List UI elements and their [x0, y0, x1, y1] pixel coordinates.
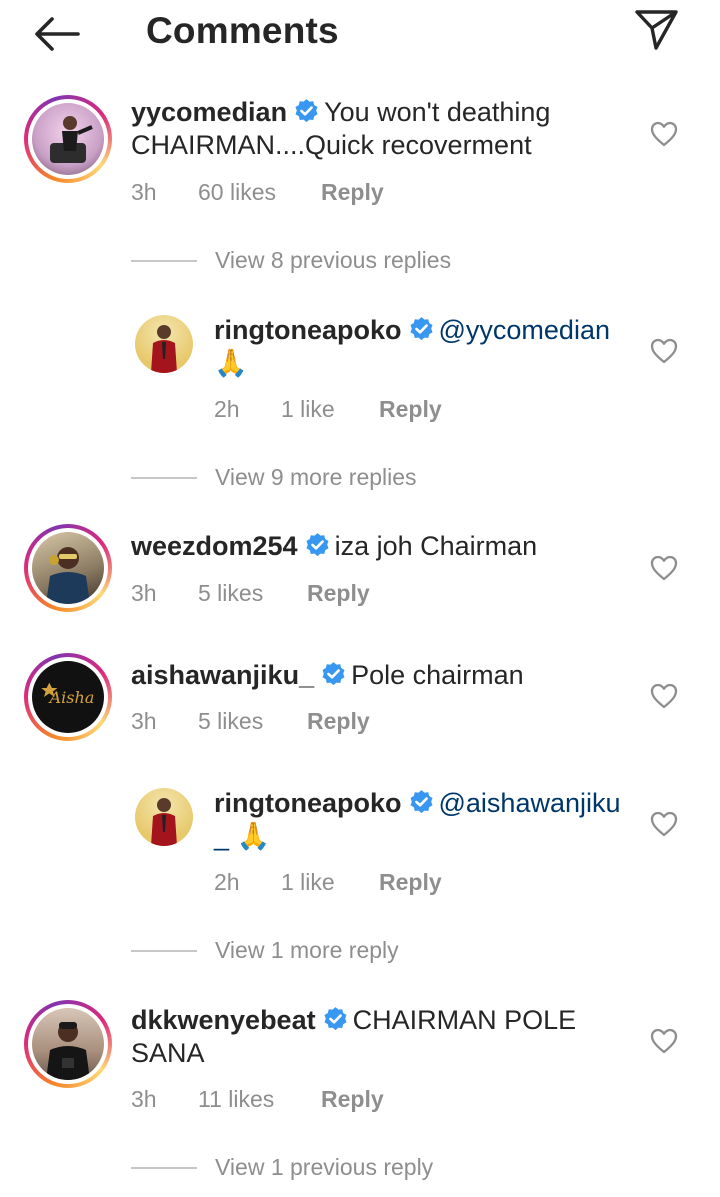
comment-time: 2h [214, 396, 240, 422]
comment-text: iza joh Chairman [334, 531, 538, 561]
view-replies-link[interactable]: View 8 previous replies [131, 247, 531, 277]
comment-meta: 3h 60 likes Reply [131, 179, 531, 209]
comment-text: Pole chairman [351, 660, 524, 690]
page-title: Comments [146, 10, 339, 51]
reply-button[interactable]: Reply [379, 396, 442, 423]
likes-count[interactable]: 1 like [281, 396, 335, 423]
reply-body: ringtoneapoko @yycomedian 🙏 [214, 314, 654, 380]
comment-username[interactable]: aishawanjiku_ [131, 660, 314, 690]
divider-line [131, 950, 197, 952]
avatar-aishawanjiku[interactable]: Aisha [24, 653, 112, 741]
avatar-dkkwenyebeat[interactable] [24, 1000, 112, 1088]
mention-link[interactable]: @yycomedian [439, 315, 610, 345]
comment-body: aishawanjiku_ Pole chairman [131, 659, 651, 692]
verified-badge-icon [324, 1007, 347, 1031]
heart-icon[interactable] [650, 1028, 678, 1054]
likes-count[interactable]: 5 likes [198, 580, 263, 607]
verified-badge-icon [409, 317, 433, 341]
comment-meta: 2h 1 like Reply [214, 869, 614, 899]
mention-link[interactable]: @aishawanjiku [439, 788, 621, 818]
comment-meta: 2h 1 like Reply [214, 396, 614, 426]
verified-badge-icon [322, 662, 345, 686]
comment-time: 3h [131, 580, 157, 606]
heart-icon[interactable] [650, 811, 678, 837]
heart-icon[interactable] [650, 683, 678, 709]
view-replies-label[interactable]: View 9 more replies [215, 464, 417, 491]
comment-username[interactable]: weezdom254 [131, 531, 298, 561]
avatar-photo [151, 798, 177, 846]
view-replies-label[interactable]: View 1 more reply [215, 937, 399, 964]
avatar-ringtoneapoko[interactable] [135, 788, 193, 846]
arrow-left-icon[interactable] [32, 14, 82, 54]
avatar-photo [151, 325, 177, 373]
reply-button[interactable]: Reply [321, 179, 384, 206]
aisha-logo-image: Aisha [41, 682, 95, 707]
header-bar: Comments [0, 0, 720, 66]
comment-text: CHAIRMAN POLE [352, 1005, 577, 1035]
avatar-photo [50, 116, 93, 163]
verified-badge-icon [409, 790, 433, 814]
heart-icon[interactable] [650, 555, 678, 581]
verified-badge-icon [306, 533, 329, 557]
likes-count[interactable]: 60 likes [198, 179, 276, 206]
comment-username[interactable]: yycomedian [131, 97, 287, 127]
heart-icon[interactable] [650, 121, 678, 147]
avatar-logo-text: Aisha [48, 688, 95, 707]
reply-button[interactable]: Reply [321, 1086, 384, 1113]
reply-button[interactable]: Reply [307, 580, 370, 607]
avatar-photo [46, 1022, 90, 1080]
avatar-yycomedian[interactable] [24, 95, 112, 183]
comment-meta: 3h 5 likes Reply [131, 580, 531, 610]
paper-plane-icon[interactable] [632, 6, 680, 52]
view-replies-link[interactable]: View 9 more replies [131, 464, 531, 494]
divider-line [131, 477, 197, 479]
avatar-weezdom254[interactable] [24, 524, 112, 612]
divider-line [131, 260, 197, 262]
avatar-ringtoneapoko[interactable] [135, 315, 193, 373]
comment-text-cont: CHAIRMAN....Quick recoverment [131, 130, 532, 160]
likes-count[interactable]: 11 likes [198, 1086, 274, 1113]
likes-count[interactable]: 5 likes [198, 708, 263, 735]
comment-username[interactable]: ringtoneapoko [214, 315, 402, 345]
reply-button[interactable]: Reply [307, 708, 370, 735]
reply-body: ringtoneapoko @aishawanjiku _ 🙏 [214, 787, 654, 853]
verified-badge-icon [295, 99, 318, 123]
divider-line [131, 1167, 197, 1169]
comment-time: 3h [131, 1086, 157, 1112]
comment-time: 3h [131, 708, 157, 734]
view-replies-label[interactable]: View 1 previous reply [215, 1154, 433, 1181]
heart-icon[interactable] [650, 338, 678, 364]
view-replies-link[interactable]: View 1 previous reply [131, 1154, 531, 1184]
view-replies-link[interactable]: View 1 more reply [131, 937, 531, 967]
comment-username[interactable]: ringtoneapoko [214, 788, 402, 818]
reply-button[interactable]: Reply [379, 869, 442, 896]
comment-time: 3h [131, 179, 157, 205]
comment-time: 2h [214, 869, 240, 895]
likes-count[interactable]: 1 like [281, 869, 335, 896]
comment-username[interactable]: dkkwenyebeat [131, 1005, 316, 1035]
comment-body: weezdom254 iza joh Chairman [131, 530, 651, 563]
avatar-photo [46, 547, 90, 604]
comment-body: yycomedian You won't deathing CHAIRMAN...… [131, 96, 651, 162]
comment-body: dkkwenyebeat CHAIRMAN POLE SANA [131, 1004, 651, 1070]
comment-meta: 3h 11 likes Reply [131, 1086, 531, 1116]
comment-text: 🙏 [214, 348, 248, 378]
comment-text: You won't deathing [324, 97, 551, 127]
view-replies-label[interactable]: View 8 previous replies [215, 247, 451, 274]
comment-text: _ 🙏 [214, 821, 271, 851]
comment-text-cont: SANA [131, 1038, 205, 1068]
comment-meta: 3h 5 likes Reply [131, 708, 531, 738]
